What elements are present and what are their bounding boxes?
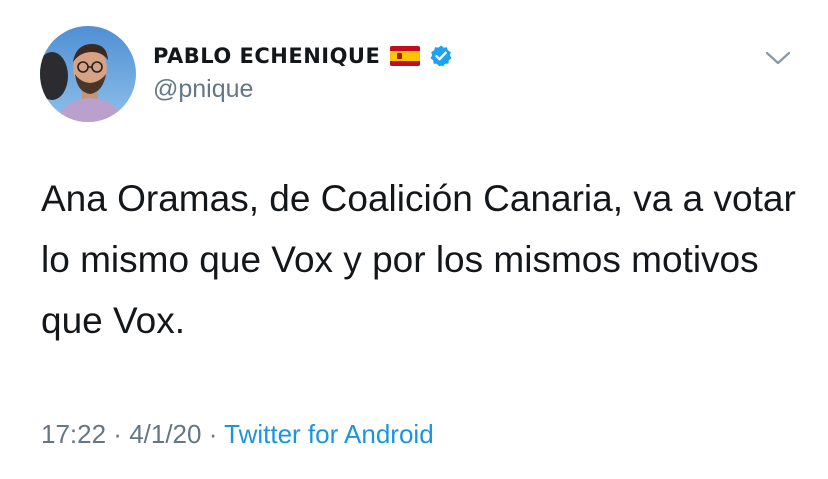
verified-badge-icon xyxy=(429,44,453,68)
tweet-text: Ana Oramas, de Coalición Canaria, va a v… xyxy=(41,178,796,341)
tweet-time: 17:22 xyxy=(41,419,107,449)
avatar-image xyxy=(40,26,136,122)
meta-separator: · xyxy=(106,419,130,449)
author-line: PABLO ECHENIQUE xyxy=(153,41,453,71)
tweet-source-link[interactable]: Twitter for Android xyxy=(224,419,434,449)
tweet-meta: 17:22 · 4/1/20 · Twitter for Android xyxy=(41,419,434,450)
display-name[interactable]: PABLO ECHENIQUE xyxy=(153,44,380,68)
user-handle[interactable]: @pnique xyxy=(153,75,253,104)
chevron-down-icon[interactable] xyxy=(764,46,792,70)
avatar[interactable] xyxy=(40,26,136,122)
meta-separator: · xyxy=(201,419,225,449)
tweet: PABLO ECHENIQUE @pnique Ana Oramas, de C… xyxy=(0,0,828,479)
tweet-date: 4/1/20 xyxy=(129,419,202,449)
spain-flag-icon xyxy=(390,46,421,66)
